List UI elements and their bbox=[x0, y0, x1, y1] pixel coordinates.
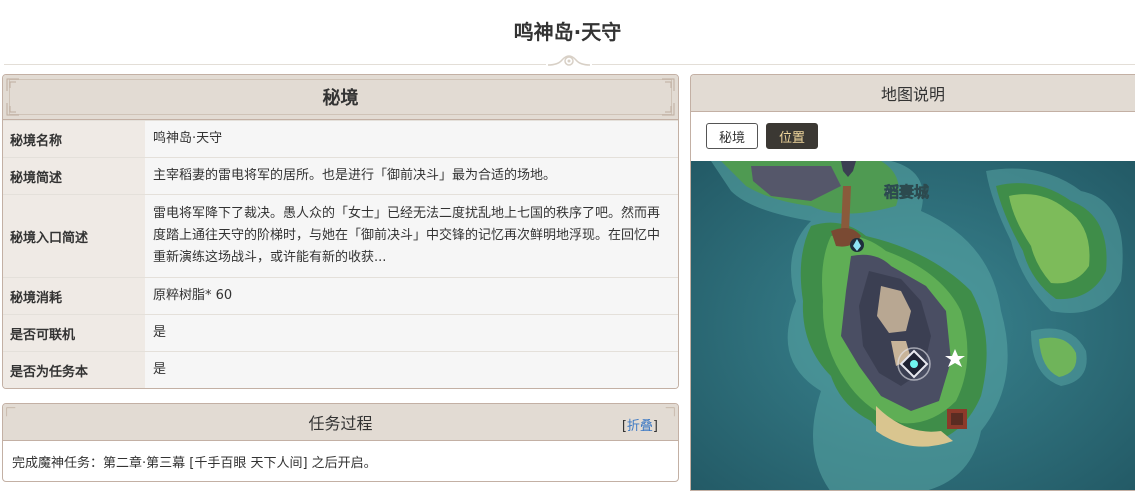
info-row-entrance: 秘境入口简述 雷电将军降下了裁决。愚人众的「女士」已经无法二度扰乱地上七国的秩序… bbox=[3, 194, 678, 277]
info-label: 秘境消耗 bbox=[3, 278, 145, 314]
page-title: 鸣神岛·天守 bbox=[513, 20, 622, 44]
dungeon-info-table: 秘境 秘境名称 鸣神岛·天守 秘境简述 主宰稻妻的雷电将军的居所。也是进行「御前… bbox=[2, 74, 679, 389]
info-label: 是否可联机 bbox=[3, 315, 145, 351]
corner-ornament-icon bbox=[6, 78, 19, 91]
info-label: 秘境名称 bbox=[3, 121, 145, 157]
info-value: 原粹树脂* 60 bbox=[145, 278, 678, 314]
corner-ornament-icon bbox=[662, 78, 675, 91]
info-row-name: 秘境名称 鸣神岛·天守 bbox=[3, 120, 678, 157]
location-map[interactable]: 稻妻城 bbox=[691, 161, 1135, 491]
map-title: 地图说明 bbox=[880, 85, 945, 104]
dungeon-info-header: 秘境 bbox=[3, 75, 678, 120]
info-label: 秘境简述 bbox=[3, 158, 145, 194]
corner-ornament-icon bbox=[6, 103, 19, 116]
tab-location[interactable]: 位置 bbox=[766, 123, 819, 149]
map-header: 地图说明 bbox=[691, 75, 1135, 112]
map-place-label: 稻妻城 bbox=[884, 183, 929, 201]
info-value: 鸣神岛·天守 bbox=[145, 121, 678, 157]
corner-ornament-icon bbox=[6, 407, 16, 417]
collapse-bracket: ] bbox=[652, 419, 658, 434]
info-row-quest: 是否为任务本 是 bbox=[3, 351, 678, 388]
info-value: 主宰稻妻的雷电将军的居所。也是进行「御前决斗」最为合适的场地。 bbox=[145, 158, 678, 194]
map-tabs: 秘境 位置 bbox=[691, 112, 1135, 160]
collapse-link[interactable]: 折叠 bbox=[627, 419, 653, 434]
info-row-summary: 秘境简述 主宰稻妻的雷电将军的居所。也是进行「御前决斗」最为合适的场地。 bbox=[3, 157, 678, 194]
info-label: 是否为任务本 bbox=[3, 352, 145, 388]
info-row-coop: 是否可联机 是 bbox=[3, 314, 678, 351]
quest-process-header: 任务过程 [折叠] bbox=[3, 404, 678, 441]
info-value: 雷电将军降下了裁决。愚人众的「女士」已经无法二度扰乱地上七国的秩序了吧。然而再度… bbox=[145, 195, 678, 277]
corner-ornament-icon bbox=[665, 407, 675, 417]
info-value: 是 bbox=[145, 315, 678, 351]
tab-dungeon[interactable]: 秘境 bbox=[706, 123, 759, 149]
info-row-cost: 秘境消耗 原粹树脂* 60 bbox=[3, 277, 678, 314]
dungeon-info-title: 秘境 bbox=[322, 88, 359, 109]
info-label: 秘境入口简述 bbox=[3, 195, 145, 277]
quest-process-text: 完成魔神任务：第二章·第三幕 [千手百眼 天下人间] 之后开启。 bbox=[12, 456, 377, 471]
map-panel: 地图说明 秘境 位置 稻妻城 bbox=[690, 74, 1135, 491]
quest-process-title: 任务过程 bbox=[308, 414, 373, 433]
title-ornament-icon bbox=[546, 55, 592, 70]
corner-ornament-icon bbox=[662, 103, 675, 116]
quest-process-panel: 任务过程 [折叠] 完成魔神任务：第二章·第三幕 [千手百眼 天下人间] 之后开… bbox=[2, 403, 679, 482]
collapse-toggle: [折叠] bbox=[622, 415, 658, 434]
info-value: 是 bbox=[145, 352, 678, 388]
